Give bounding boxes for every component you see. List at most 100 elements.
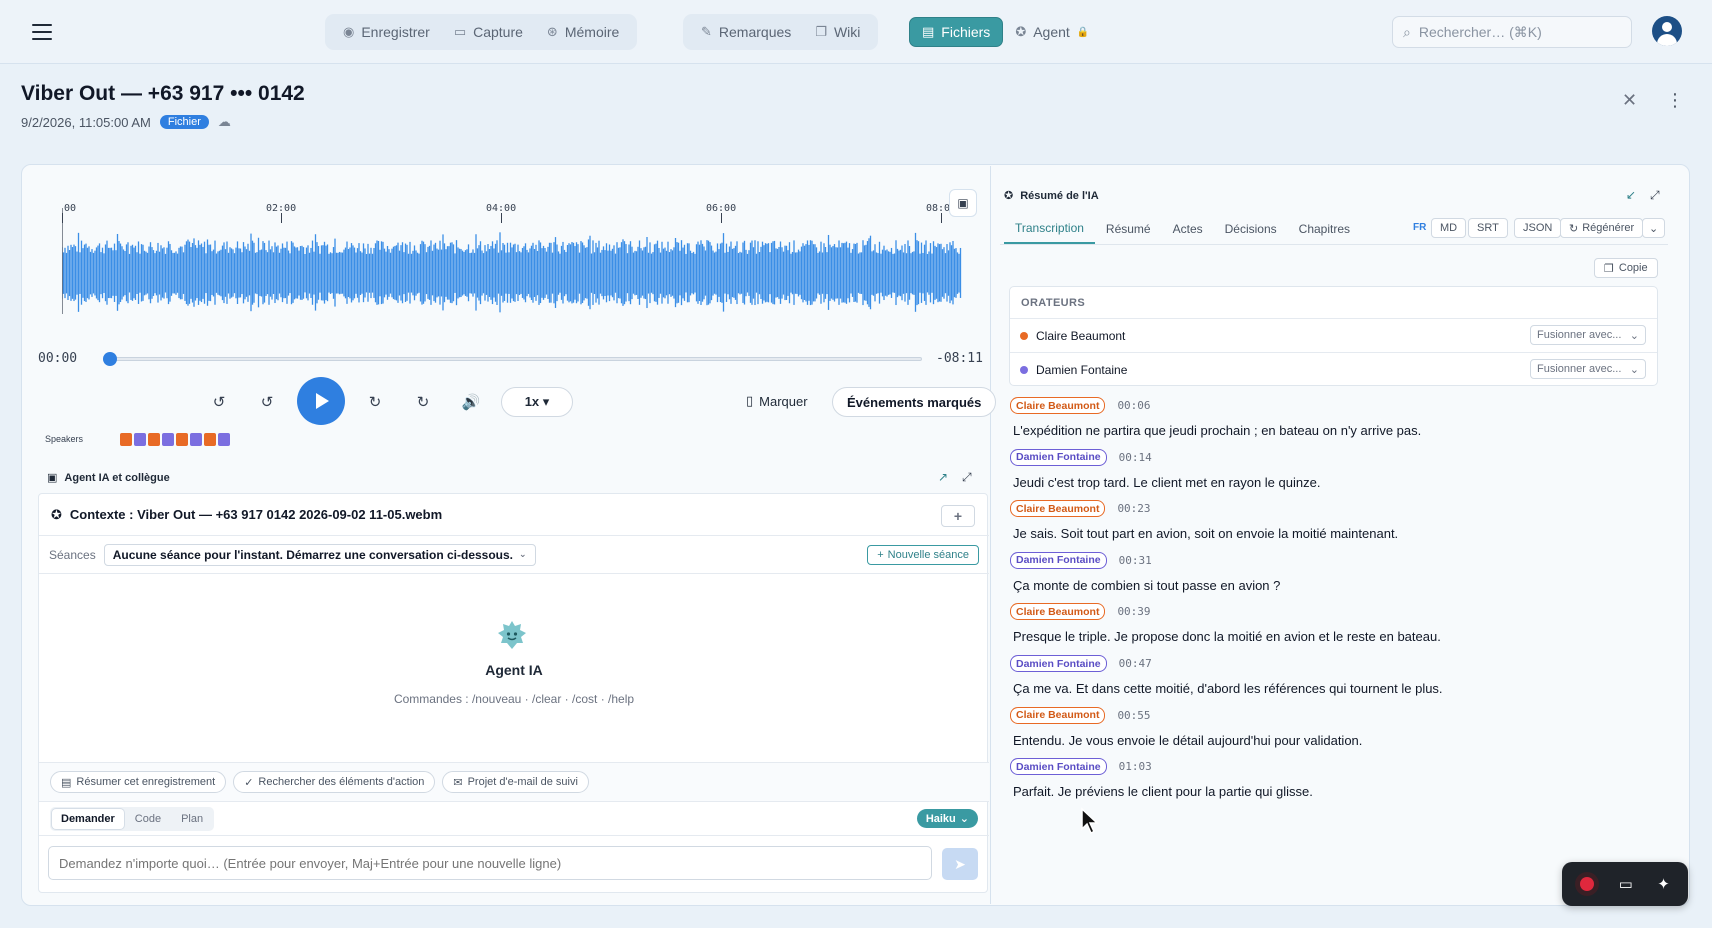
tab-chapters[interactable]: Chapitres (1288, 214, 1361, 244)
transcript-segment[interactable]: Claire Beaumont 00:23 Je sais. Soit tout p… (1010, 500, 1650, 541)
segment-time[interactable]: 00:23 (1117, 502, 1150, 515)
nav-agent[interactable]: ✪ Agent 🔒 (1003, 17, 1101, 47)
model-select[interactable]: Haiku ⌄ (916, 809, 978, 828)
transcript-segment[interactable]: Damien Fontaine 00:47 Ça me va. Et dans ce… (1010, 655, 1650, 696)
transcript-segment[interactable]: Damien Fontaine 01:03 Parfait. Je préviens… (1010, 758, 1650, 799)
segment-time[interactable]: 00:31 (1119, 554, 1152, 567)
transcript-segment[interactable]: Damien Fontaine 00:14 Jeudi c'est trop tar… (1010, 448, 1650, 490)
cloud-sync-icon[interactable]: ☁ (218, 114, 231, 130)
segment-time[interactable]: 00:39 (1117, 605, 1150, 618)
expand-icon[interactable]: ⤢ (962, 470, 972, 485)
skip-forward-10-icon[interactable]: ↻ (363, 390, 387, 414)
speaker-swatch[interactable] (176, 433, 188, 446)
nav-wiki[interactable]: ❐ Wiki (803, 17, 872, 47)
send-button[interactable]: ➤ (942, 848, 978, 880)
skip-forward-30-icon[interactable]: ↻ (411, 390, 435, 414)
segment-time[interactable]: 01:03 (1119, 760, 1152, 773)
nav-notes[interactable]: ✎ Remarques (689, 17, 803, 47)
nav-capture[interactable]: ▭ Capture (442, 17, 535, 47)
new-session-button[interactable]: + Nouvelle séance (867, 545, 979, 565)
record-dot-icon[interactable] (1580, 877, 1595, 891)
speaker-tag[interactable]: Claire Beaumont (1010, 500, 1106, 518)
speaker-swatch[interactable] (134, 433, 146, 446)
suggestion-action-items[interactable]: ✓ Rechercher des éléments d'action (233, 771, 436, 793)
segment-time[interactable]: 00:47 (1119, 657, 1152, 670)
more-export-button[interactable]: ⌄ (1642, 218, 1666, 238)
document-icon: ▤ (61, 776, 72, 789)
regenerate-button[interactable]: ↻ Régénérer (1560, 218, 1644, 238)
segment-time[interactable]: 00:55 (1117, 709, 1150, 722)
skip-back-10-icon[interactable]: ↺ (255, 390, 279, 414)
mode-ask[interactable]: Demander (52, 808, 124, 829)
speaker-swatch[interactable] (162, 433, 174, 446)
speaker-swatch[interactable] (218, 433, 230, 446)
more-options-icon[interactable]: ⋮ (1666, 90, 1684, 111)
hamburger-menu-icon[interactable] (30, 20, 54, 44)
transcript-segment[interactable]: Claire Beaumont 00:06 L'expédition ne part… (1010, 397, 1650, 438)
speaker-tag[interactable]: Claire Beaumont (1010, 397, 1106, 414)
close-icon[interactable]: ✕ (1622, 90, 1637, 111)
lock-icon: 🔒 (1076, 26, 1090, 38)
transcript-segment[interactable]: Claire Beaumont 00:39 Presque le triple. J… (1010, 603, 1650, 644)
transcript-segment[interactable]: Claire Beaumont 00:55 Entendu. Je vous env… (1010, 706, 1650, 748)
mail-icon: ✉ (453, 776, 463, 789)
seek-knob[interactable] (103, 352, 117, 366)
tab-actions[interactable]: Actes (1162, 214, 1214, 244)
add-context-button[interactable]: + (941, 505, 975, 527)
suggestion-summarize[interactable]: ▤ Résumer cet enregistrement (50, 771, 227, 793)
seek-bar[interactable] (103, 352, 922, 366)
speaker-swatch[interactable] (204, 433, 216, 446)
waveform[interactable] (62, 198, 962, 314)
transcript-segment[interactable]: Damien Fontaine 00:31 Ça monte de combien … (1010, 551, 1650, 593)
record-icon: ◉ (343, 24, 355, 39)
playback-speed-select[interactable]: 1x ▾ (501, 387, 573, 417)
avatar[interactable] (1652, 16, 1682, 46)
speaker-tag[interactable]: Claire Beaumont (1010, 603, 1106, 621)
sessions-select[interactable]: Aucune séance pour l'instant. Démarrez u… (103, 543, 536, 566)
mode-code[interactable]: Code (126, 809, 170, 829)
search-input[interactable]: ⌕ Rechercher… (⌘K) (1392, 16, 1632, 48)
expand-icon[interactable]: ⤢ (1650, 188, 1660, 203)
segment-time[interactable]: 00:06 (1117, 399, 1150, 412)
segment-header: Damien Fontaine 00:14 (1010, 448, 1650, 466)
mode-plan[interactable]: Plan (172, 809, 212, 829)
speaker-tag[interactable]: Damien Fontaine (1010, 551, 1107, 569)
merge-speaker-select[interactable]: Fusionner avec... ⌄ (1530, 325, 1646, 345)
mark-button[interactable]: ▯ Marquer (746, 393, 808, 409)
export-srt-button[interactable]: SRT (1468, 218, 1508, 238)
speaker-tag[interactable]: Damien Fontaine (1010, 448, 1107, 466)
speaker-tag[interactable]: Damien Fontaine (1010, 758, 1107, 776)
marked-events-button[interactable]: Événements marqués (832, 387, 997, 417)
collapse-icon[interactable]: ↙ (1626, 188, 1636, 202)
screen-capture-icon[interactable]: ▭ (1619, 875, 1633, 893)
tab-decisions[interactable]: Décisions (1214, 214, 1288, 244)
sparkle-icon[interactable]: ✦ (1657, 875, 1670, 893)
book-icon: ❐ (815, 24, 827, 39)
check-icon: ✓ (244, 776, 254, 789)
chat-input[interactable] (48, 846, 932, 880)
popout-icon[interactable]: ↗ (938, 470, 948, 484)
nav-files[interactable]: ▤ Fichiers (909, 17, 1004, 47)
export-json-button[interactable]: JSON (1514, 218, 1562, 238)
skip-back-30-icon[interactable]: ↺ (207, 390, 231, 414)
nav-memory[interactable]: ⊛ Mémoire (535, 17, 631, 47)
volume-icon[interactable]: 🔊 (459, 390, 483, 414)
speaker-tag[interactable]: Damien Fontaine (1010, 655, 1107, 672)
tab-summary[interactable]: Résumé (1095, 214, 1162, 244)
tab-transcription[interactable]: Transcription (1004, 214, 1095, 244)
export-md-button[interactable]: MD (1431, 218, 1467, 238)
mark-label: Marquer (759, 393, 808, 409)
speaker-tag[interactable]: Claire Beaumont (1010, 706, 1106, 724)
merge-label: Fusionner avec... (1537, 363, 1622, 375)
nav-record[interactable]: ◉ Enregistrer (331, 17, 442, 47)
segment-time[interactable]: 00:14 (1119, 451, 1152, 464)
speaker-swatch[interactable] (190, 433, 202, 446)
ai-summary-header: ✪ Résumé de l'IA (1004, 189, 1099, 203)
speaker-swatch[interactable] (148, 433, 160, 446)
play-button[interactable] (297, 377, 345, 425)
copy-button[interactable]: ❐ Copie (1594, 258, 1658, 278)
language-badge[interactable]: FR (1413, 222, 1426, 233)
merge-speaker-select[interactable]: Fusionner avec... ⌄ (1530, 359, 1646, 379)
speaker-swatch[interactable] (120, 433, 132, 446)
suggestion-followup-email[interactable]: ✉ Projet d'e-mail de suivi (442, 771, 589, 793)
